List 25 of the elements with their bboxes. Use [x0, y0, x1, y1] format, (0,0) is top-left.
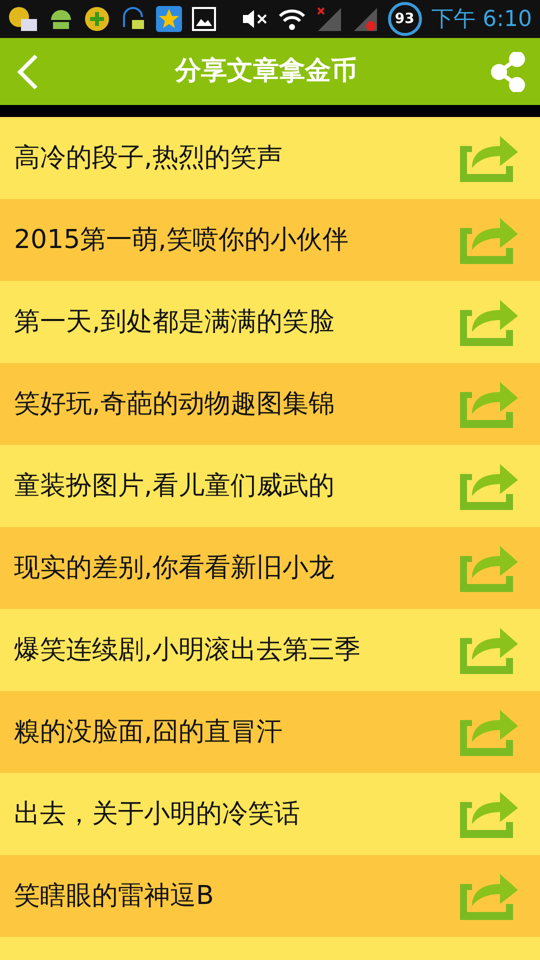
- article-title: 第一天,到处都是满满的笑脸: [14, 306, 334, 338]
- page-title: 分享文章拿金币: [175, 55, 357, 88]
- article-title: 笑瞎眼的雷神逗B: [14, 880, 214, 912]
- article-title: 现实的差别,你看看新旧小龙: [14, 552, 334, 584]
- article-title: 高冷的段子,热烈的笑声: [14, 142, 282, 174]
- signal-icon: [316, 6, 342, 32]
- article-row[interactable]: 笑好玩,奇葩的动物趣图集锦: [0, 363, 540, 445]
- article-title: 爆笑连续剧,小明滚出去第三季: [14, 634, 360, 666]
- article-title: 笑好玩,奇葩的动物趣图集锦: [14, 388, 334, 420]
- plus-icon: [84, 6, 110, 32]
- wifi-icon: [278, 7, 306, 31]
- article-row[interactable]: 糗的没脸面,囧的直冒汗: [0, 691, 540, 773]
- mute-icon: [242, 8, 268, 30]
- back-icon: [17, 54, 39, 90]
- clock: 下午 6:10: [432, 6, 532, 34]
- image-icon: [192, 7, 216, 31]
- signal-icon: [352, 6, 378, 32]
- article-row[interactable]: 笑瞎眼的雷神逗B: [0, 855, 540, 937]
- article-title: 2015第一萌,笑喷你的小伙伴: [14, 224, 348, 256]
- article-title: 童装扮图片,看儿童们威武的: [14, 470, 334, 502]
- article-title: 出去，关于小明的冷笑话: [14, 798, 300, 830]
- article-row[interactable]: 现实的差别,你看看新旧小龙: [0, 527, 540, 609]
- article-row[interactable]: 2015第一萌,笑喷你的小伙伴: [0, 199, 540, 281]
- article-title: 糗的没脸面,囧的直冒汗: [14, 716, 282, 748]
- share-icon: [491, 52, 525, 92]
